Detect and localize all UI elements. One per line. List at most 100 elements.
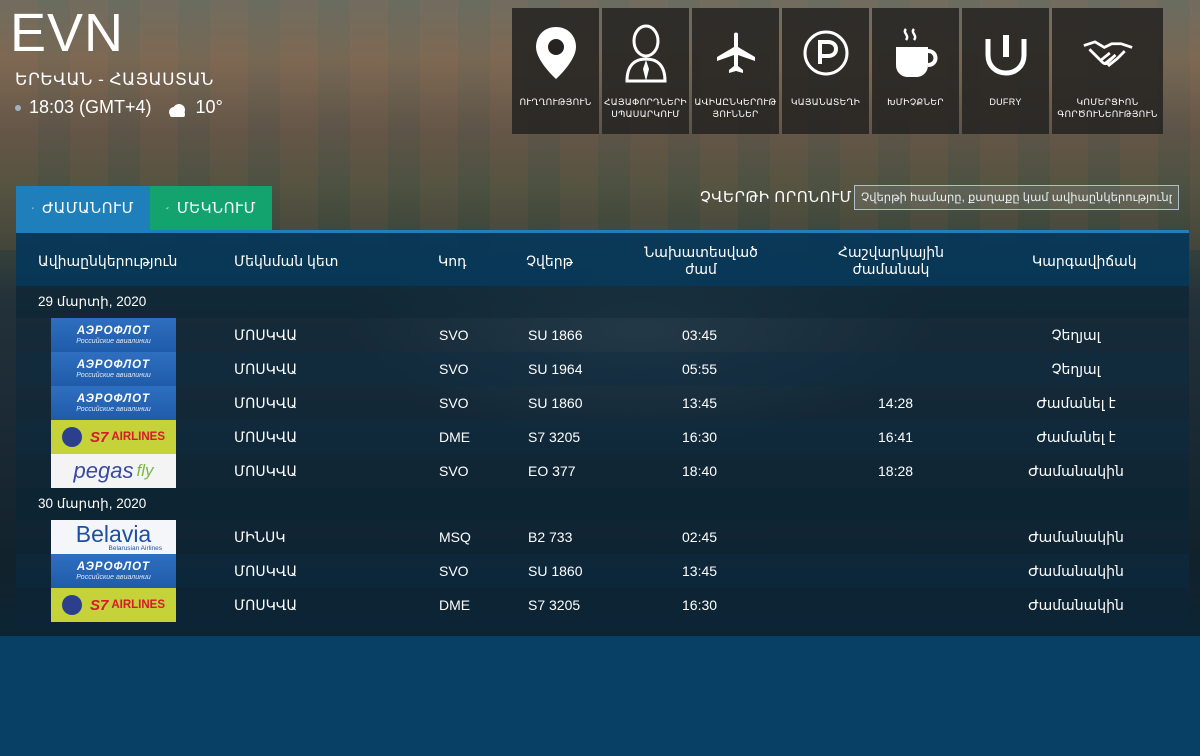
estimated-time: 18:28 (878, 463, 914, 479)
airport-code: SVO (439, 563, 469, 579)
origin: ՄՈՍԿՎԱ (234, 562, 298, 579)
nav-airlines[interactable]: ԱՎԻԱԸՆԿԵՐՈՒԹ ՅՈՒՆՆԵՐ (692, 8, 779, 134)
table-row[interactable]: S7 AIRLINES ՄՈՍԿՎԱ DME S7 3205 16:30 16:4… (16, 420, 1189, 454)
clock-dot-icon (15, 104, 21, 111)
scheduled-time: 05:55 (682, 361, 718, 377)
airport-code: SVO (439, 361, 469, 377)
scheduled-time: 02:45 (682, 529, 718, 545)
status: Ժամանակին (1028, 562, 1124, 579)
status: Ժամանել է (1036, 394, 1116, 411)
flight-number: EO 377 (528, 463, 576, 479)
table-row[interactable]: АЭРОФЛОТ Российские авиалинии ՄՈՍԿՎԱ SVO … (16, 386, 1189, 420)
airplane-icon (710, 22, 762, 84)
origin: ՄՈՍԿՎԱ (234, 428, 298, 445)
coffee-cup-icon (890, 22, 942, 84)
col-estimated-line2: ժամանակ (852, 261, 930, 277)
local-time: 18:03 (GMT+4) (29, 97, 152, 117)
nav-commercial[interactable]: ԿՈՄԵՐՑԻՈՆ ԳՈՐԾՈՒՆԵՈՒԹՅՈՒՆ (1052, 8, 1163, 134)
nav-passenger-service[interactable]: ՀԱՅԱՓՈՐԴՆԵՐԻ ՍՊԱՍԱՐԿՈՒՄ (602, 8, 689, 134)
board-header: Ավիաընկերություն Մեկնման կետ Կոդ Չվերթ Ն… (16, 230, 1189, 286)
col-flight: Չվերթ (526, 252, 573, 269)
nav-label: ԽՄԻՉՔՆԵՐ (887, 97, 944, 107)
scheduled-time: 13:45 (682, 395, 718, 411)
airport-code: MSQ (439, 529, 471, 545)
col-estimated: Հաշվարկային ժամանակ (806, 233, 976, 289)
airport-city: ԵՐԵՎԱՆ - ՀԱՅԱՍՏԱՆ (15, 70, 214, 89)
origin: ՄՈՍԿՎԱ (234, 596, 298, 613)
airport-code: EVN (10, 3, 125, 63)
table-row[interactable]: АЭРОФЛОТ Российские авиалинии ՄՈՍԿՎԱ SVO … (16, 554, 1189, 588)
col-airline: Ավիաընկերություն (38, 252, 178, 269)
airport-code: DME (439, 597, 471, 613)
main-nav: ՈՒՂՂՈՒԹՅՈՒՆ ՀԱՅԱՓՈՐԴՆԵՐԻ ՍՊԱՍԱՐԿՈՒՄ ԱՎԻԱ… (512, 8, 1163, 134)
flight-number: S7 3205 (528, 597, 581, 613)
belavia-logo: Belavia Belarusian Airlines (51, 520, 176, 554)
location-pin-icon (530, 22, 582, 84)
flight-number: S7 3205 (528, 429, 581, 445)
table-row[interactable]: pegas fly ՄՈՍԿՎԱ SVO EO 377 18:40 18:28 Ժ… (16, 454, 1189, 488)
time-weather: 18:03 (GMT+4) 10° (15, 97, 223, 118)
search-label: ՉՎԵՐԹԻ ՈՐՈՆՈՒՄ (700, 189, 853, 206)
handshake-icon (1082, 22, 1134, 84)
status: Ժամանակին (1028, 462, 1124, 479)
flight-search-input[interactable] (854, 185, 1179, 210)
nav-label: ՀԱՅԱՓՈՐԴՆԵՐԻ ՍՊԱՍԱՐԿՈՒՄ (604, 97, 687, 119)
arrival-plane-icon (32, 207, 34, 209)
s7-airlines-logo: S7 AIRLINES (51, 588, 176, 622)
status: Չեղյալ (1051, 360, 1101, 377)
col-code: Կոդ (438, 252, 467, 269)
status: Ժամանակին (1028, 528, 1124, 545)
date-header: 30 մարտի, 2020 (16, 488, 1189, 520)
aeroflot-logo: АЭРОФЛОТ Российские авиалинии (51, 318, 176, 352)
nav-dufry[interactable]: DUFRY (962, 8, 1049, 134)
s7-airlines-logo: S7 AIRLINES (51, 420, 176, 454)
arrivals-board: Ավիաընկերություն Մեկնման կետ Կոդ Չվերթ Ն… (16, 230, 1189, 630)
departure-plane-icon (166, 207, 169, 210)
col-scheduled: Նախատեսված ժամ (616, 233, 786, 289)
flight-number: B2 733 (528, 529, 573, 545)
airport-code: SVO (439, 463, 469, 479)
origin: ՄՈՍԿՎԱ (234, 360, 298, 377)
nav-label: ԿԱՅԱՆԱՏԵՂԻ (790, 97, 861, 107)
table-row[interactable]: АЭРОФЛОТ Российские авиалинии ՄՈՍԿՎԱ SVO … (16, 318, 1189, 352)
status: Չեղյալ (1051, 326, 1101, 343)
scheduled-time: 13:45 (682, 563, 718, 579)
tab-label: ՄԵԿՆՈՒՄ (176, 200, 256, 217)
origin: ՄՈՍԿՎԱ (234, 326, 298, 343)
tab-departures[interactable]: ՄԵԿՆՈՒՄ (150, 186, 272, 230)
col-estimated-line1: Հաշվարկային (837, 244, 945, 260)
estimated-time: 14:28 (878, 395, 914, 411)
nav-parking[interactable]: ԿԱՅԱՆԱՏԵՂԻ (782, 8, 869, 134)
flight-number: SU 1860 (528, 563, 583, 579)
col-origin: Մեկնման կետ (234, 252, 339, 269)
origin: ՄՈՍԿՎԱ (234, 394, 298, 411)
status: Ժամանակին (1028, 596, 1124, 613)
nav-label: ՈՒՂՂՈՒԹՅՈՒՆ (519, 97, 592, 107)
dufry-logo-icon (980, 22, 1032, 84)
airport-code: DME (439, 429, 471, 445)
date-header: 29 մարտի, 2020 (16, 286, 1189, 318)
origin: ՄՈՍԿՎԱ (234, 462, 298, 479)
col-scheduled-line2: ժամ (685, 261, 717, 277)
tab-label: ԺԱՄԱՆՈՒՄ (41, 200, 134, 217)
footer-band (0, 636, 1200, 756)
nav-directions[interactable]: ՈՒՂՂՈՒԹՅՈՒՆ (512, 8, 599, 134)
scheduled-time: 16:30 (682, 597, 718, 613)
passenger-icon (620, 22, 672, 84)
table-row[interactable]: Belavia Belarusian Airlines ՄԻՆՍԿ MSQ B2 … (16, 520, 1189, 554)
table-row[interactable]: S7 AIRLINES ՄՈՍԿՎԱ DME S7 3205 16:30 Ժամա… (16, 588, 1189, 622)
airport-code: SVO (439, 327, 469, 343)
tab-arrivals[interactable]: ԺԱՄԱՆՈՒՄ (16, 186, 150, 230)
scheduled-time: 03:45 (682, 327, 718, 343)
table-row[interactable]: АЭРОФЛОТ Российские авиалинии ՄՈՍԿՎԱ SVO … (16, 352, 1189, 386)
col-status: Կարգավիճակ (1032, 252, 1137, 269)
aeroflot-logo: АЭРОФЛОТ Российские авиалинии (51, 386, 176, 420)
origin: ՄԻՆՍԿ (234, 528, 286, 545)
nav-label: ԱՎԻԱԸՆԿԵՐՈՒԹ ՅՈՒՆՆԵՐ (694, 97, 777, 119)
board-tabs: ԺԱՄԱՆՈՒՄ ՄԵԿՆՈՒՄ (16, 186, 272, 230)
nav-drinks[interactable]: ԽՄԻՉՔՆԵՐ (872, 8, 959, 134)
aeroflot-logo: АЭРОФЛОТ Российские авиалинии (51, 352, 176, 386)
pegas-fly-logo: pegas fly (51, 454, 176, 488)
nav-label: ԿՈՄԵՐՑԻՈՆ ԳՈՐԾՈՒՆԵՈՒԹՅՈՒՆ (1057, 97, 1158, 119)
status: Ժամանել է (1036, 428, 1116, 445)
